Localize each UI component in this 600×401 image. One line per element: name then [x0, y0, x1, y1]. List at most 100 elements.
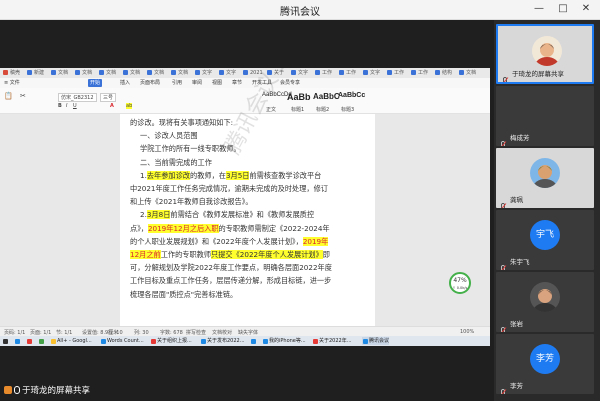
wps-tab[interactable]: 文档 [50, 69, 68, 77]
taskbar-item[interactable]: 我的iPhone等... [262, 337, 306, 345]
participant-tile[interactable]: 宇飞 朱宇飞 [496, 210, 594, 270]
menu-review[interactable]: 审阅 [192, 79, 202, 87]
document-text-run: 2019年12月之后入职 [147, 223, 219, 233]
wps-tab[interactable]: 稿壳 [2, 69, 20, 77]
wps-tab[interactable]: 文档 [98, 69, 116, 77]
taskbar-item[interactable] [250, 337, 257, 345]
participant-tile[interactable]: 于琦龙的屏幕共享 [496, 24, 594, 84]
wps-tab[interactable]: 文档 [170, 69, 188, 77]
document-text-run: 和上传《2021年教师自我诊改报告》。 [130, 197, 253, 207]
italic-button[interactable]: I [66, 103, 67, 109]
close-button[interactable]: ✕ [578, 2, 594, 16]
wps-tab-label: 工作 [394, 70, 405, 76]
minimize-button[interactable]: — [531, 2, 547, 16]
underline-button[interactable]: U [73, 103, 77, 109]
taskbar-item[interactable]: 关于2022年... [312, 337, 352, 345]
participant-tile[interactable]: 张岩 [496, 272, 594, 332]
document-icon [315, 70, 320, 75]
wps-tab[interactable]: 文字 [290, 69, 308, 77]
taskbar-item[interactable]: Words Count... [100, 337, 144, 345]
app-icon [51, 339, 56, 344]
status-item: 页码: 1/1 [4, 330, 26, 336]
zoom-level[interactable]: 100% [460, 329, 474, 335]
document-canvas: 的诊改。现将有关事项通知如下: 一、诊改人员范围 学院工作的所有一线专职教师。 二、当… [0, 68, 490, 326]
status-item: 行: 10 [108, 330, 123, 336]
wps-tab[interactable]: 工作 [410, 69, 428, 77]
taskbar-item[interactable] [26, 337, 33, 345]
wps-tab-label: 文档 [466, 70, 477, 76]
document-icon [51, 70, 56, 75]
paste-icon[interactable]: 📋 [4, 92, 13, 100]
wps-tab-label: 文字 [370, 70, 381, 76]
participant-tile[interactable]: 李芳 李芳 [496, 334, 594, 394]
wps-document-tabs: 稿壳 新建 文档 文档 文档 文档 文档 文档 文字 文字 2021 关于 文字 工作 工作 文字 工作 工作 结构… [0, 68, 490, 78]
wps-tab[interactable]: 工作 [314, 69, 332, 77]
participant-tile[interactable]: 龚珮 [496, 148, 594, 208]
taskbar-item[interactable]: 关于组织上报... [150, 337, 192, 345]
document-icon [459, 70, 464, 75]
taskbar-item[interactable]: 腾讯会议 [362, 337, 390, 345]
style-heading2[interactable]: AaBbC [313, 92, 340, 101]
wps-tab[interactable]: 工作 [386, 69, 404, 77]
taskbar-item-label: Words Count... [107, 338, 144, 344]
participant-tile[interactable]: 梅成芳 [496, 86, 594, 146]
document-icon [195, 70, 200, 75]
taskbar-item[interactable] [2, 337, 9, 345]
highlight-button[interactable]: ab [126, 103, 133, 109]
participant-name: 龚珮 [510, 196, 523, 204]
menu-page-layout[interactable]: 页面布局 [140, 79, 160, 87]
taskbar-item[interactable]: All+ - Googl... [50, 337, 92, 345]
document-text-run: 前需结合《教师发展标准》和《教师发展质控 [170, 210, 315, 220]
wps-tab-label: 文档 [58, 70, 69, 76]
wps-tab[interactable]: 文字 [218, 69, 236, 77]
font-name-select[interactable]: 仿宋_GB2312 [58, 93, 97, 102]
app-icon [263, 339, 268, 344]
document-text-run: 的专职教师需制定《2022-2024年 [218, 223, 330, 233]
style-heading1[interactable]: AaBb [287, 92, 311, 102]
style-heading3[interactable]: AaBbCc [338, 92, 365, 99]
menu-references[interactable]: 引用 [172, 79, 182, 87]
taskbar-item-label: 我的iPhone等... [269, 338, 306, 344]
document-line: 1.去年参加诊改的教师，在3月5日前需核查教学诊改平台 [140, 170, 321, 180]
document-line: 2.3月8日前需结合《教师发展标准》和《教师发展质控 [140, 210, 315, 220]
menu-view[interactable]: 视图 [212, 79, 222, 87]
menu-home[interactable]: 开始 [88, 79, 103, 87]
document-text-run: 一、诊改人员范围 [140, 131, 198, 141]
bold-button[interactable]: B [58, 103, 62, 109]
taskbar-item[interactable] [14, 337, 21, 345]
menu-insert[interactable]: 插入 [120, 79, 130, 87]
document-icon [339, 70, 344, 75]
wps-tab[interactable]: 文档 [122, 69, 140, 77]
document-icon [387, 70, 392, 75]
cut-icon[interactable]: ✂ [20, 92, 26, 100]
taskbar-item[interactable] [38, 337, 45, 345]
wps-tab[interactable]: 文档 [458, 69, 476, 77]
wps-tab[interactable]: 文档 [74, 69, 92, 77]
menu-chapter[interactable]: 章节 [232, 79, 242, 87]
wps-tab-label: 文档 [130, 70, 141, 76]
document-icon [27, 70, 32, 75]
document-icon [147, 70, 152, 75]
wps-tab[interactable]: 文字 [362, 69, 380, 77]
status-item: 拼写检查 [186, 330, 207, 336]
wps-tab[interactable]: 文字 [194, 69, 212, 77]
wps-tab[interactable]: 文档 [146, 69, 164, 77]
wps-tab[interactable]: 新建 [26, 69, 44, 77]
document-text-run: 2019年 [302, 236, 329, 246]
document-text-run: 梳理各层面"质控点"完善标准链。 [130, 289, 238, 299]
app-icon [39, 339, 44, 344]
font-color-button[interactable]: A [110, 103, 114, 109]
font-size-select[interactable]: 三号 [100, 93, 117, 102]
menu-file[interactable]: ≡ 文件 [4, 79, 20, 87]
taskbar-item[interactable]: 关于发布2022... [200, 337, 245, 345]
document-line: 点》，2019年12月之后入职的专职教师需制定《2022-2024年 [130, 223, 330, 233]
wps-tab[interactable]: 结构 [434, 69, 452, 77]
taskbar-item-label: 关于发布2022... [207, 338, 245, 344]
maximize-button[interactable]: □ [555, 2, 571, 16]
wps-tab[interactable]: 工作 [338, 69, 356, 77]
wps-tab-label: 文档 [82, 70, 93, 76]
mic-muted-icon [499, 196, 507, 208]
document-line: 可，分解规划及学院2022年度工作要点，明确各层面2022年度 [130, 263, 332, 272]
mic-muted-icon [499, 258, 507, 270]
wps-tab-label: 文字 [298, 70, 309, 76]
